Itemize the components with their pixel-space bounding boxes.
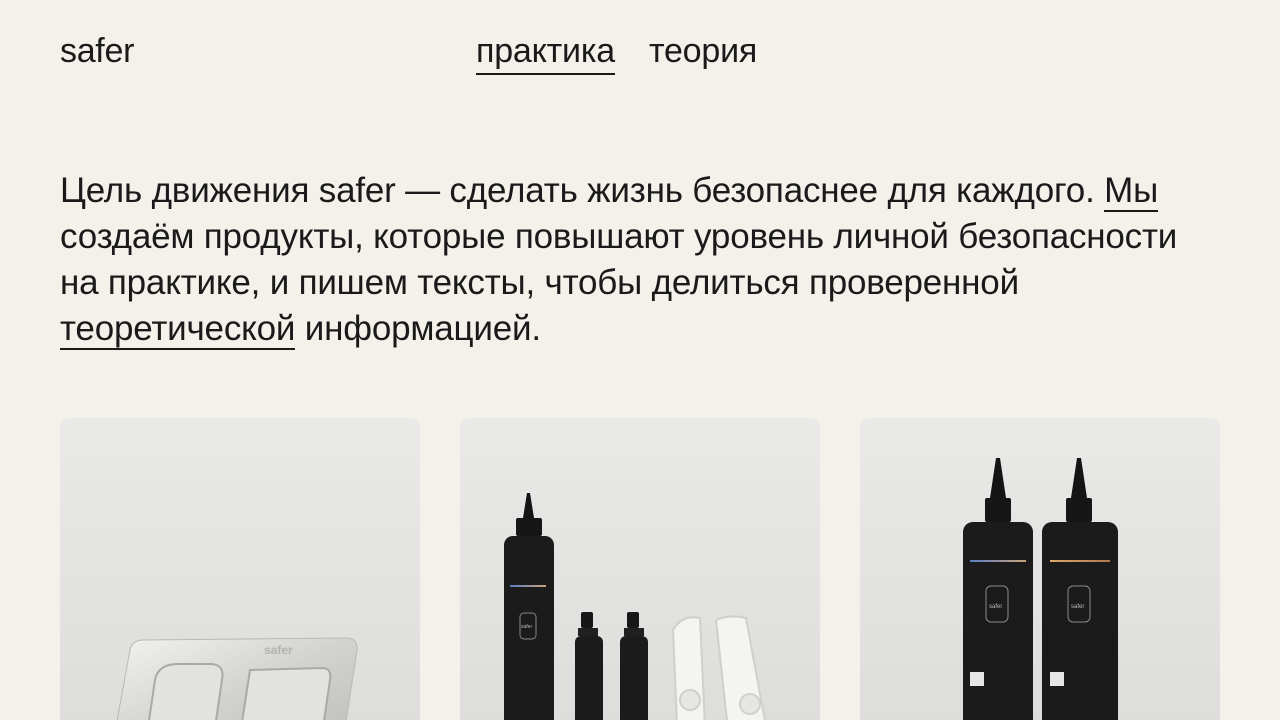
product-image-kit: safer [504,493,766,720]
main-nav: практика теория [476,29,757,75]
intro-part-1: Цель движения safer — сделать жизнь безо… [60,171,1105,210]
product-card-kit[interactable]: safer [460,418,820,720]
link-we[interactable]: Мы [1104,171,1158,212]
page: safer практика теория Цель движения safe… [0,0,1280,720]
bottle-left-brand: safer [989,604,1002,610]
intro-part-3: информацией. [295,309,541,348]
product-card-two-bottles[interactable]: safer safer [860,418,1220,720]
product-card-metal-tool[interactable]: safer [60,418,420,720]
bottle-right-brand: safer [1071,604,1084,610]
intro-part-2: создаём продукты, которые повышают урове… [60,217,1178,302]
intro-text: Цель движения safer — сделать жизнь безо… [60,168,1220,352]
product-grid: safer safer safer safer [60,418,1220,720]
engraving-text: safer [264,643,293,657]
product-image-metal-tool: safer [116,637,358,720]
product-image-two-bottles: safer safer [963,458,1118,720]
link-theoretical[interactable]: теоретической [60,309,295,350]
nav-practice[interactable]: практика [476,29,615,75]
nav-theory[interactable]: теория [649,29,757,75]
logo[interactable]: safer [60,29,134,73]
kit-bottle-brand: safer [521,624,532,630]
